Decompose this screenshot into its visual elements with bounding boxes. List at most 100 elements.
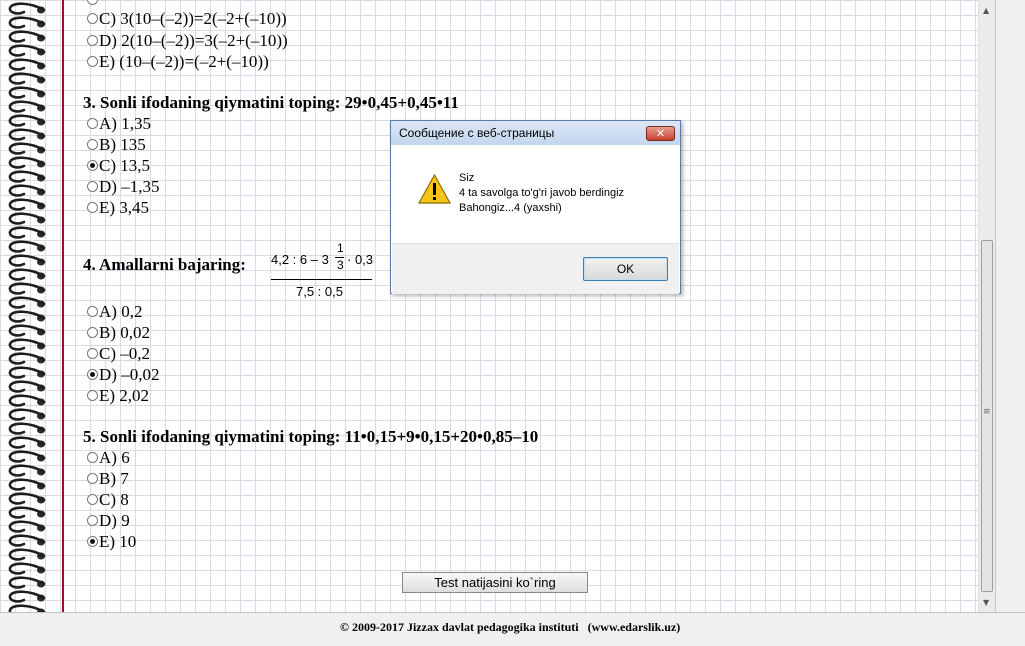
spiral-ring <box>8 58 46 71</box>
spiral-ring <box>8 128 46 141</box>
spiral-ring <box>8 44 46 57</box>
close-icon[interactable]: ✕ <box>646 126 675 141</box>
question-5-title: 5. Sonli ifodaning qiymatini toping: 11•… <box>83 427 539 446</box>
fraction-numerator-right: · 0,3 <box>347 252 374 267</box>
spiral-ring <box>8 156 46 169</box>
notebook-spiral <box>8 2 46 612</box>
spiral-ring <box>8 226 46 239</box>
spiral-ring <box>8 380 46 393</box>
spiral-ring <box>8 576 46 589</box>
spiral-ring <box>8 520 46 533</box>
question-3-title: 3. Sonli ifodaning qiymatini toping: 29•… <box>83 93 459 112</box>
spiral-ring <box>8 562 46 575</box>
spiral-ring <box>8 142 46 155</box>
spiral-ring <box>8 324 46 337</box>
q4-option-b[interactable]: B) 0,02 <box>87 323 150 343</box>
spiral-ring <box>8 170 46 183</box>
test-page: C) 3(10–(–2))=2(–2+(–10)) D) 2(10–(–2))=… <box>0 0 978 612</box>
radio-button[interactable] <box>87 389 98 401</box>
dialog-button-area: OK <box>392 243 679 294</box>
dialog-message: Siz 4 ta savolga to'g'ri javob berdingiz… <box>459 171 624 216</box>
grip-icon: ≡ <box>983 407 991 417</box>
q4-option-c[interactable]: C) –0,2 <box>87 344 150 364</box>
spiral-ring <box>8 296 46 309</box>
radio-button[interactable] <box>87 305 98 317</box>
fraction-numerator-left: 4,2 : 6 – 3 <box>271 252 329 267</box>
q3-option-c[interactable]: C) 13,5 <box>87 156 150 176</box>
spiral-ring <box>8 2 46 15</box>
spiral-ring <box>8 436 46 449</box>
notebook-margin-line <box>62 0 64 612</box>
spiral-ring <box>8 72 46 85</box>
mixed-fraction-bottom: 3 <box>337 258 344 272</box>
spiral-ring <box>8 268 46 281</box>
footer-copyright: © 2009-2017 Jizzax davlat pedagogika ins… <box>340 620 681 634</box>
q3-option-d[interactable]: D) –1,35 <box>87 177 159 197</box>
radio-button[interactable] <box>87 493 98 505</box>
q2-option-c[interactable]: C) 3(10–(–2))=2(–2+(–10)) <box>87 9 287 29</box>
spiral-ring <box>8 478 46 491</box>
q3-option-b[interactable]: B) 135 <box>87 135 146 155</box>
q4-option-e[interactable]: E) 2,02 <box>87 386 149 406</box>
spiral-ring <box>8 352 46 365</box>
q2-option-d[interactable]: D) 2(10–(–2))=3(–2+(–10)) <box>87 31 288 51</box>
spiral-ring <box>8 16 46 29</box>
q5-option-d[interactable]: D) 9 <box>87 511 130 531</box>
warning-icon <box>418 174 451 204</box>
spiral-ring <box>8 114 46 127</box>
spiral-ring <box>8 450 46 463</box>
radio-button[interactable] <box>87 201 98 213</box>
radio-button[interactable] <box>87 34 98 46</box>
radio-button[interactable] <box>87 117 98 129</box>
fraction-denominator: 7,5 : 0,5 <box>296 284 343 299</box>
q5-option-a[interactable]: A) 6 <box>87 448 130 468</box>
q3-option-a[interactable]: A) 1,35 <box>87 114 151 134</box>
radio-button[interactable] <box>87 347 98 359</box>
q3-option-e[interactable]: E) 3,45 <box>87 198 149 218</box>
dialog-titlebar[interactable]: Сообщение с веб-страницы ✕ <box>391 121 680 145</box>
spiral-ring <box>8 86 46 99</box>
radio-button[interactable] <box>87 326 98 338</box>
spiral-ring <box>8 240 46 253</box>
mixed-fraction-top: 1 <box>337 241 344 255</box>
spiral-ring <box>8 338 46 351</box>
q2-option-e[interactable]: E) (10–(–2))=(–2+(–10)) <box>87 52 269 72</box>
spiral-ring <box>8 100 46 113</box>
spiral-ring <box>8 506 46 519</box>
radio-button-selected[interactable] <box>87 368 98 380</box>
spiral-ring <box>8 366 46 379</box>
dialog-title: Сообщение с веб-страницы <box>399 126 555 140</box>
spiral-ring <box>8 394 46 407</box>
vertical-scrollbar[interactable]: ▲ ≡ ▼ <box>978 0 996 612</box>
spiral-ring <box>8 198 46 211</box>
spiral-ring <box>8 422 46 435</box>
q5-option-e[interactable]: E) 10 <box>87 532 136 552</box>
show-results-button[interactable]: Test natijasini ko`ring <box>402 572 588 593</box>
scroll-down-arrow-icon[interactable]: ▼ <box>983 598 989 607</box>
scrollbar-thumb[interactable]: ≡ <box>981 240 993 592</box>
q5-option-c[interactable]: C) 8 <box>87 490 129 510</box>
scroll-up-arrow-icon[interactable]: ▲ <box>983 6 989 15</box>
spiral-ring <box>8 464 46 477</box>
radio-button-selected[interactable] <box>87 159 98 171</box>
q4-option-a[interactable]: A) 0,2 <box>87 302 142 322</box>
spiral-ring <box>8 282 46 295</box>
dialog-message-line: Bahongiz...4 (yaxshi) <box>459 202 562 214</box>
spiral-ring <box>8 492 46 505</box>
radio-button[interactable] <box>87 138 98 150</box>
radio-button[interactable] <box>87 12 98 24</box>
spiral-ring <box>8 310 46 323</box>
q4-option-d[interactable]: D) –0,02 <box>87 365 159 385</box>
spiral-ring <box>8 212 46 225</box>
radio-button[interactable] <box>87 514 98 526</box>
radio-button[interactable] <box>87 180 98 192</box>
radio-button[interactable] <box>87 472 98 484</box>
radio-button[interactable] <box>87 55 98 67</box>
dialog-message-line: Siz <box>459 172 475 184</box>
radio-button[interactable] <box>87 451 98 463</box>
radio-button-selected[interactable] <box>87 535 98 547</box>
ok-button[interactable]: OK <box>583 257 668 281</box>
spiral-ring <box>8 30 46 43</box>
q5-option-b[interactable]: B) 7 <box>87 469 129 489</box>
question-4-title: 4. Amallarni bajaring: <box>83 255 246 274</box>
